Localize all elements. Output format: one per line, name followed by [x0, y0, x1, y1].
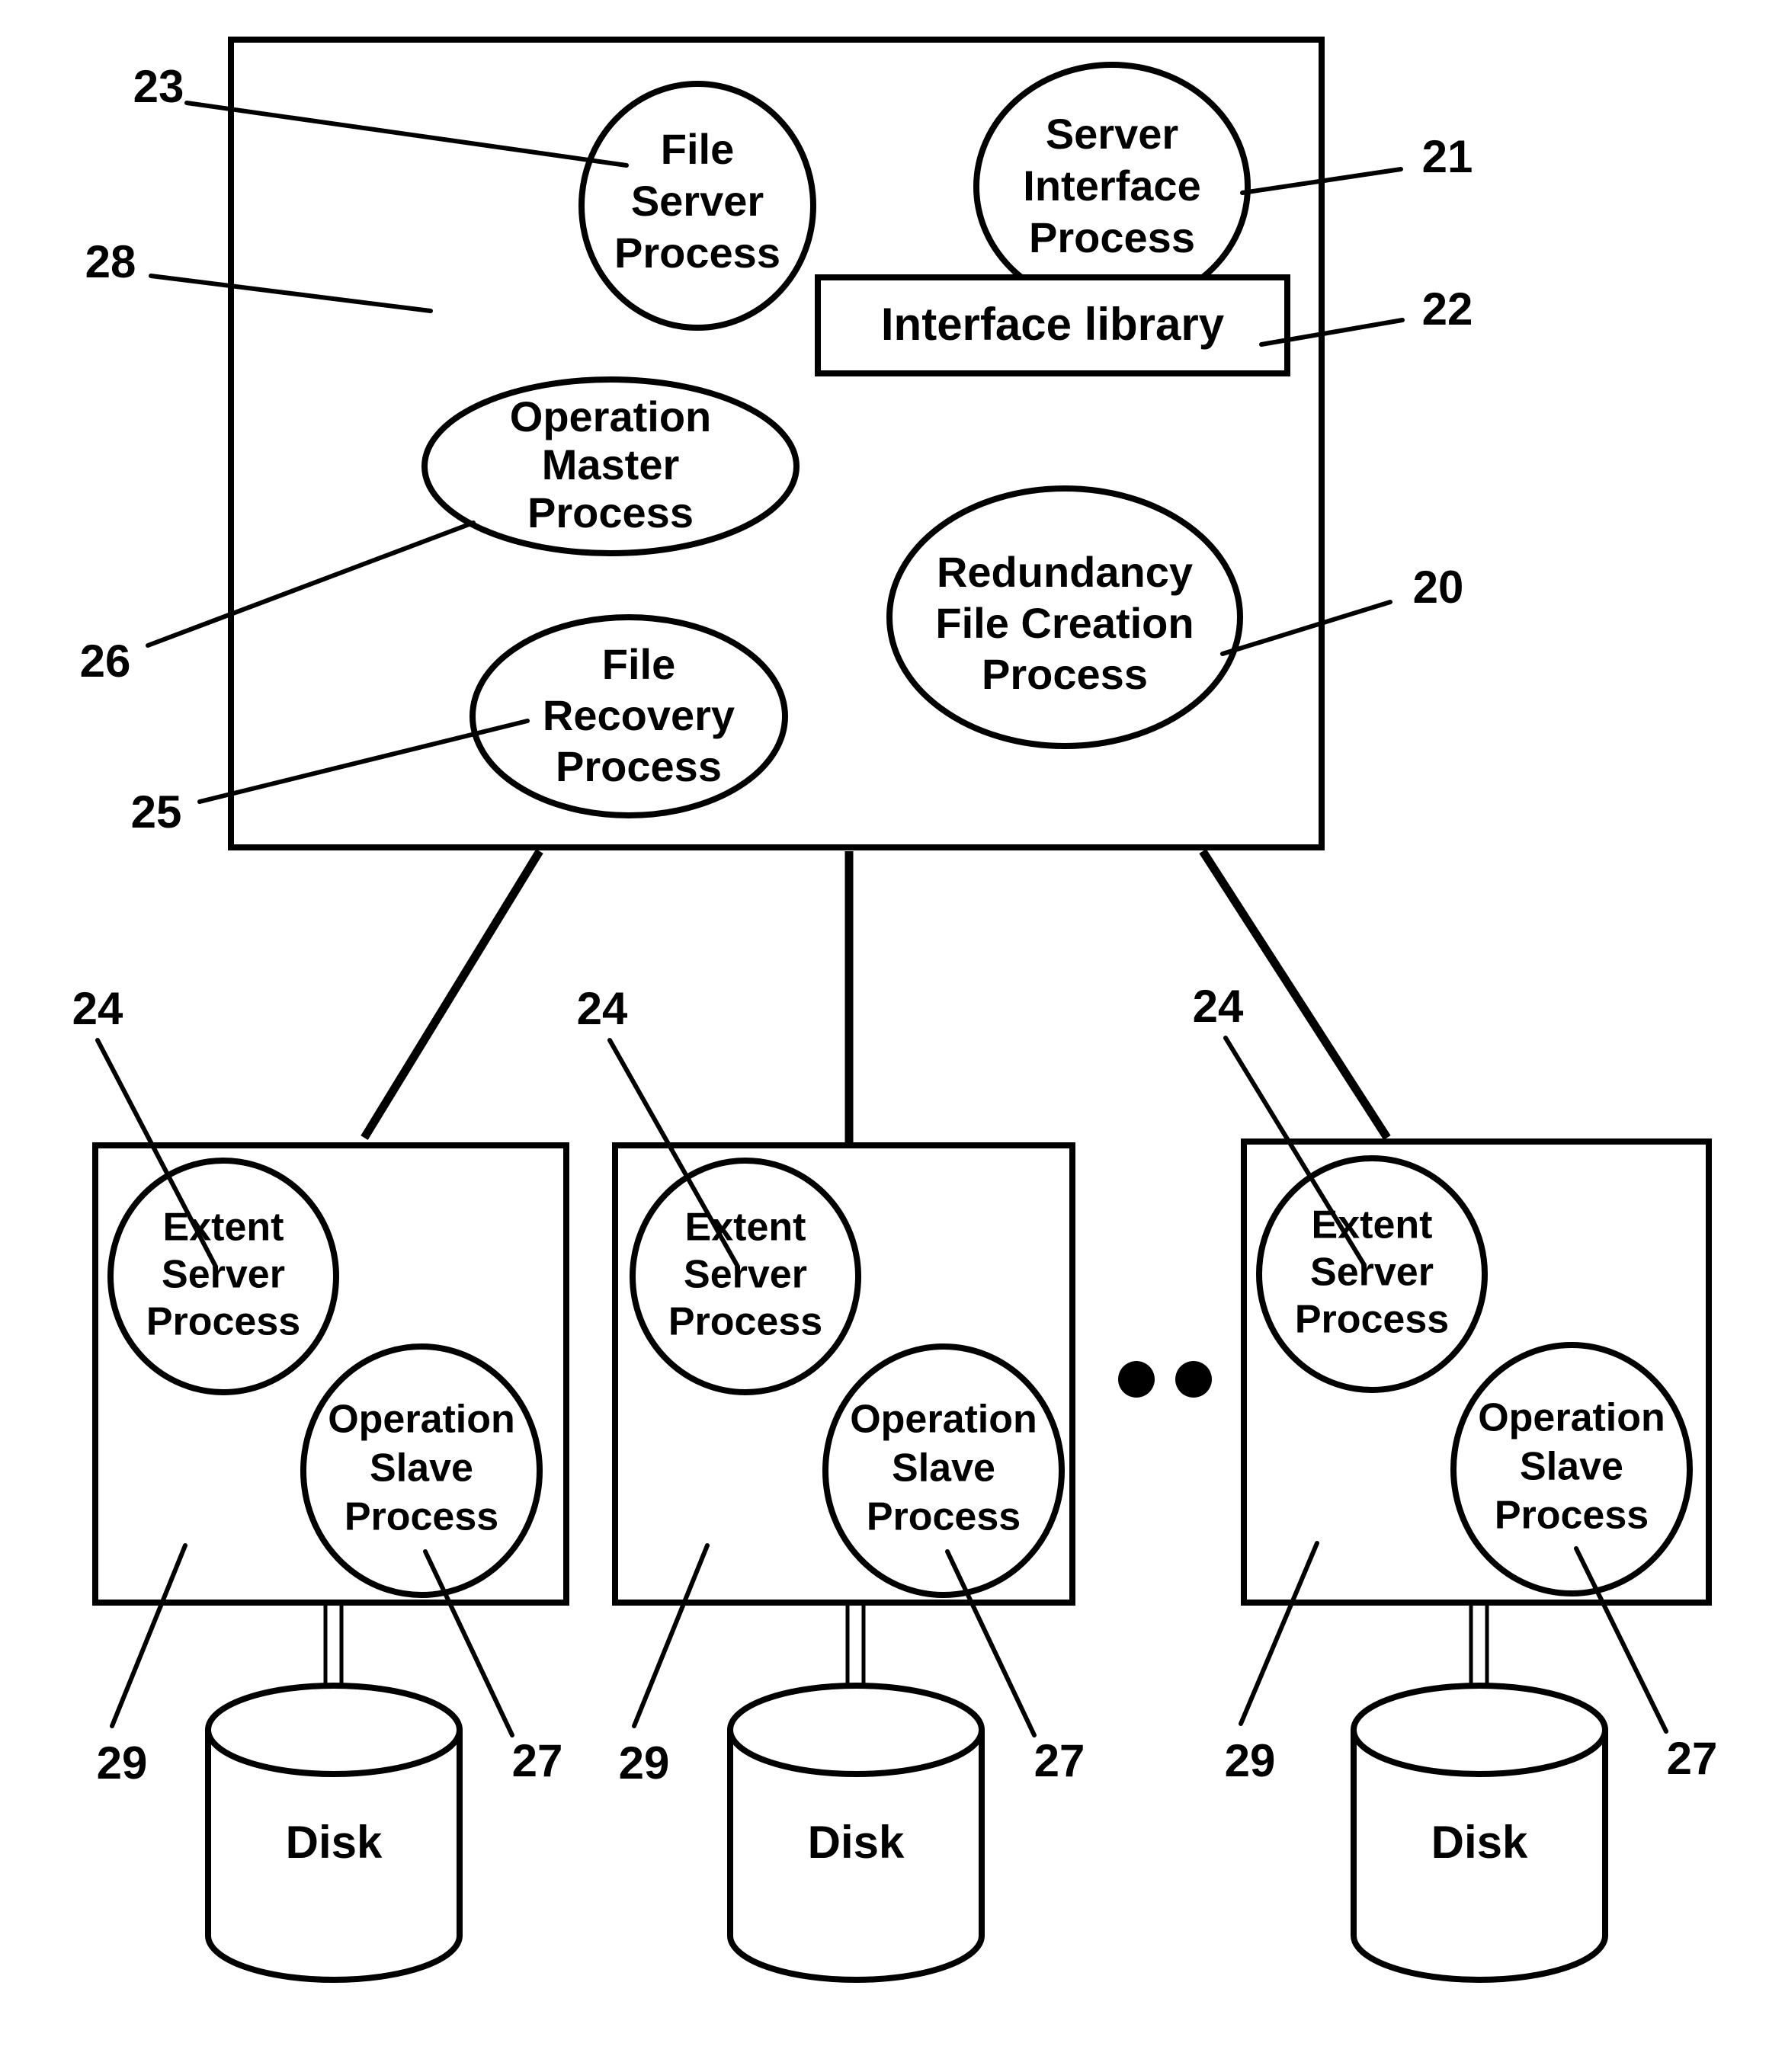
- ref-number-27-2: 27: [1034, 1735, 1085, 1786]
- disk-cylinder-top-2: [727, 1683, 985, 1777]
- file-recovery-process-label-line-2: Recovery: [543, 691, 735, 739]
- extent-server-label-2-line-1: Extent: [685, 1206, 806, 1250]
- ref-number-24-1: 24: [72, 983, 123, 1034]
- disk-label-1: Disk: [286, 1817, 383, 1868]
- disk-cylinder-top-3: [1351, 1683, 1608, 1777]
- file-server-process-label-line-1: File: [661, 125, 734, 173]
- operation-slave-label-2-line-3: Process: [867, 1495, 1021, 1539]
- ref-number-28: 28: [85, 236, 136, 287]
- extent-server-label-1-line-2: Server: [162, 1253, 285, 1297]
- disk-cylinder-top-1: [205, 1683, 463, 1777]
- ref-number-21: 21: [1422, 131, 1473, 182]
- operation-slave-label-2-line-2: Slave: [892, 1446, 995, 1491]
- operation-master-process-label-line-2: Master: [542, 440, 680, 488]
- file-server-process-label-line-2: Server: [631, 177, 764, 225]
- ref-number-29-1: 29: [97, 1737, 148, 1789]
- disk-label-3: Disk: [1431, 1817, 1528, 1868]
- operation-slave-label-3-line-2: Slave: [1520, 1445, 1623, 1489]
- extent-server-label-1-line-1: Extent: [163, 1206, 284, 1250]
- server-interface-process-label-line-3: Process: [1029, 213, 1195, 261]
- figure-canvas: 28 File Server Process 23 Server Interfa…: [72, 37, 1718, 1983]
- redundancy-file-creation-label-line-1: Redundancy: [937, 548, 1193, 596]
- ref-number-29-3: 29: [1225, 1735, 1276, 1786]
- ref-number-29-2: 29: [619, 1737, 670, 1789]
- extent-server-label-3-line-3: Process: [1295, 1298, 1449, 1342]
- operation-slave-label-3-line-3: Process: [1495, 1494, 1649, 1538]
- operation-master-process-label-line-1: Operation: [510, 392, 711, 440]
- continuation-dot-2: [1175, 1361, 1212, 1398]
- extent-server-label-2-line-3: Process: [668, 1300, 822, 1344]
- operation-slave-label-1-line-3: Process: [345, 1495, 498, 1539]
- file-recovery-process-label-line-3: Process: [556, 742, 722, 790]
- operation-slave-label-3-line-1: Operation: [1478, 1396, 1665, 1440]
- ref-number-24-2: 24: [577, 983, 628, 1034]
- ref-number-22: 22: [1422, 283, 1473, 335]
- operation-master-process-label-line-3: Process: [527, 488, 694, 536]
- file-server-process-label-line-3: Process: [614, 229, 780, 277]
- ref-number-27-3: 27: [1667, 1733, 1718, 1784]
- interface-library-label: Interface library: [881, 299, 1225, 350]
- extent-server-label-2-line-2: Server: [684, 1253, 807, 1297]
- redundancy-file-creation-label-line-2: File Creation: [935, 599, 1194, 647]
- ref-number-24-3: 24: [1193, 981, 1244, 1032]
- extent-server-label-1-line-3: Process: [146, 1300, 300, 1344]
- patent-figure-root: 28 File Server Process 23 Server Interfa…: [0, 0, 1769, 2072]
- continuation-dot-1: [1118, 1361, 1155, 1398]
- file-recovery-process-label-line-1: File: [602, 640, 675, 688]
- operation-slave-label-1-line-1: Operation: [328, 1398, 515, 1442]
- ref-number-27-1: 27: [512, 1735, 563, 1786]
- server-interface-process-label-line-2: Interface: [1023, 162, 1200, 210]
- ref-number-23: 23: [133, 61, 184, 112]
- extent-server-label-3-line-2: Server: [1310, 1251, 1434, 1295]
- ref-number-20: 20: [1413, 562, 1464, 613]
- disk-label-2: Disk: [808, 1817, 905, 1868]
- operation-slave-label-2-line-1: Operation: [850, 1398, 1037, 1442]
- ref-number-25: 25: [131, 786, 182, 837]
- trunk-connector-left: [361, 849, 543, 1140]
- redundancy-file-creation-label-line-3: Process: [982, 650, 1148, 698]
- operation-slave-label-1-line-2: Slave: [370, 1446, 473, 1491]
- ref-number-26: 26: [80, 636, 131, 687]
- server-interface-process-label-line-1: Server: [1046, 110, 1178, 158]
